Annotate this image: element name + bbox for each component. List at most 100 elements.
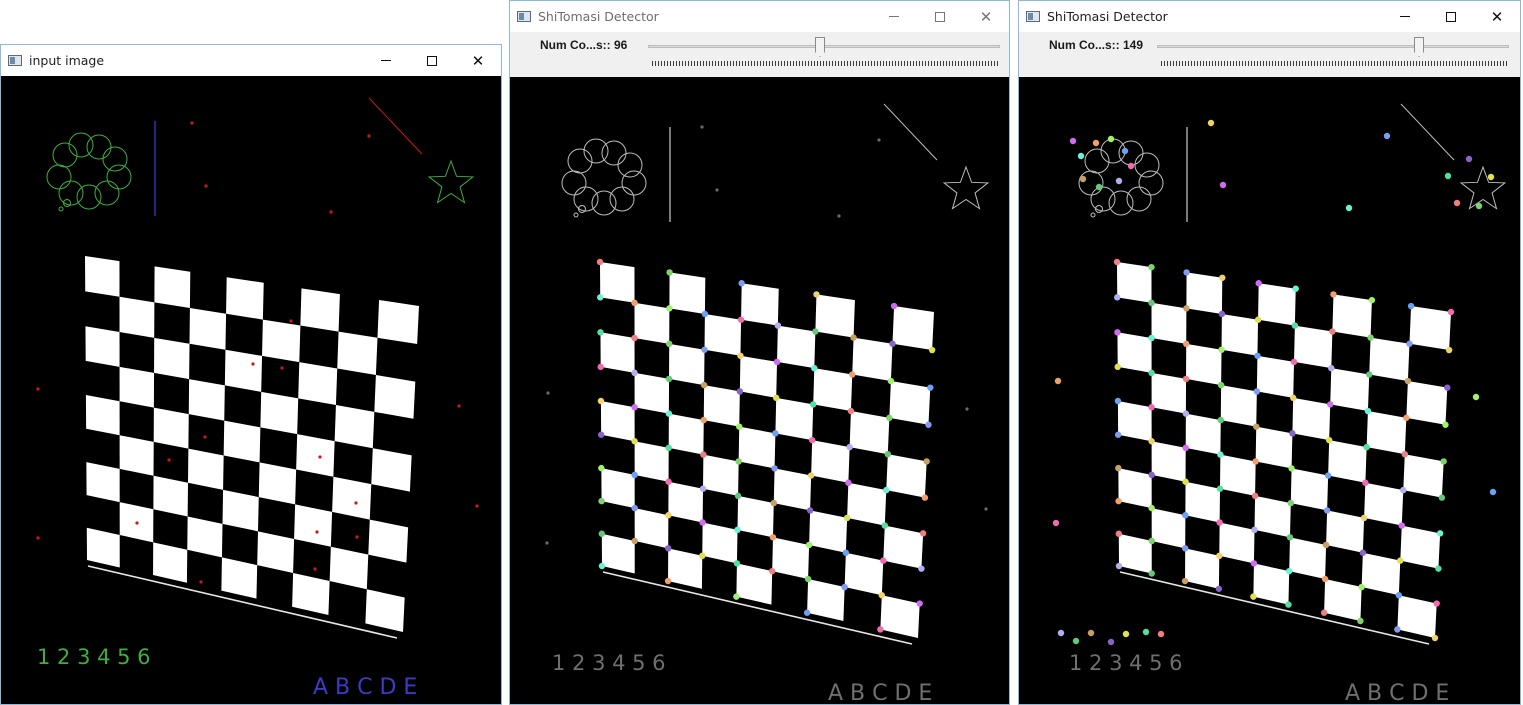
board-square [739,355,778,398]
corner-point [1364,407,1372,415]
corner-point [890,302,898,310]
board-square [880,595,920,638]
noise-dot [36,536,40,540]
corner-point [884,450,891,458]
corner-point [773,394,780,402]
board-square [741,283,779,326]
corner-point [916,600,923,607]
trackbar-track[interactable] [1157,45,1509,48]
maximize-button[interactable] [409,45,455,76]
image-canvas: 1 2 3 4 5 6 A B C D E [510,77,1009,704]
board-square [1400,525,1441,569]
trackbar-thumb[interactable] [1414,37,1424,57]
title-bar[interactable]: ShiTomasi Detector ✕ [1019,1,1520,32]
corner-point [1250,593,1257,600]
noise-dot [837,214,841,218]
board-square [298,362,338,406]
corner-point [810,401,817,408]
corner-point [1475,202,1483,210]
board-square [847,482,887,526]
image-drawing: 1 2 3 4 5 6 A B C D E [545,103,990,704]
thought-cloud [561,138,647,218]
corner-point [1394,626,1401,633]
corner-point [1401,450,1408,458]
board-square [1185,481,1221,523]
corner-point [1330,291,1337,298]
corner-point [925,421,932,428]
corner-point [1291,322,1299,329]
board-square [815,294,855,338]
board-square [1397,595,1437,638]
board-square [337,331,378,376]
image-drawing: 1 2 3 4 5 6 A B C D E [1052,103,1507,704]
close-button[interactable]: ✕ [1474,1,1520,32]
trackbar-thumb[interactable] [815,37,825,57]
minimize-button[interactable] [1382,1,1428,32]
corner-point [1397,557,1404,564]
close-button[interactable]: ✕ [963,1,1009,32]
board-square [262,319,301,363]
corner-point [804,575,812,583]
corner-point [700,381,708,389]
corner-point [1217,416,1224,424]
numbers-text: 1 2 3 4 5 6 [1069,651,1183,675]
app-window-icon [8,55,22,66]
corner-point [1363,443,1370,451]
corner-point [918,565,925,572]
corner-point [736,423,743,430]
board-square [1324,579,1362,622]
corner-point [1360,514,1368,522]
noise-dot [546,391,550,395]
maximize-icon [935,11,945,22]
corner-point [1121,147,1129,155]
corner-point [701,310,709,318]
board-square [736,563,773,605]
title-bar[interactable]: input image ✕ [1,45,501,76]
corner-point [701,346,708,353]
corner-point [1115,464,1122,472]
corner-point [770,499,777,507]
board-square [1256,355,1295,398]
corner-point [631,334,638,342]
noise-dot [204,184,208,188]
corner-point [1148,334,1155,342]
noise-dot [318,455,322,459]
corner-point [1366,371,1373,378]
board-square [703,385,740,427]
corner-point [1207,119,1215,127]
board-square [1254,495,1291,538]
maximize-icon [427,55,437,66]
minimize-button[interactable] [363,45,409,76]
corner-point [1182,545,1189,552]
input-image-window: input image ✕ 1 2 3 4 5 6 A B C D E [0,44,502,705]
corner-point [598,530,605,537]
trackbar-ticks [652,61,998,66]
maximize-button[interactable] [917,1,963,32]
letters-text: A B C D E [828,681,932,704]
corner-point [1438,494,1446,501]
maximize-button[interactable] [1428,1,1474,32]
corner-point [886,414,893,422]
corner-point [1148,263,1155,271]
noise-dot [199,580,203,584]
corner-point [631,438,638,445]
board-square [1151,372,1187,414]
board-square [669,272,706,314]
title-bar[interactable]: ShiTomasi Detector ✕ [510,1,1009,32]
corner-point [1489,488,1497,496]
board-square [1220,385,1257,427]
board-square [153,407,189,449]
board-square [258,462,297,505]
noise-dot [877,138,881,142]
minimize-button[interactable] [871,1,917,32]
board-square [153,475,189,517]
corner-point [843,514,851,522]
board-square [188,448,224,490]
corner-point [1157,630,1165,638]
close-button[interactable]: ✕ [455,45,501,76]
corner-point [665,478,672,485]
corner-point [1127,162,1135,170]
corner-point [1433,600,1440,607]
corner-point [1148,471,1155,479]
corner-point [1115,530,1122,537]
